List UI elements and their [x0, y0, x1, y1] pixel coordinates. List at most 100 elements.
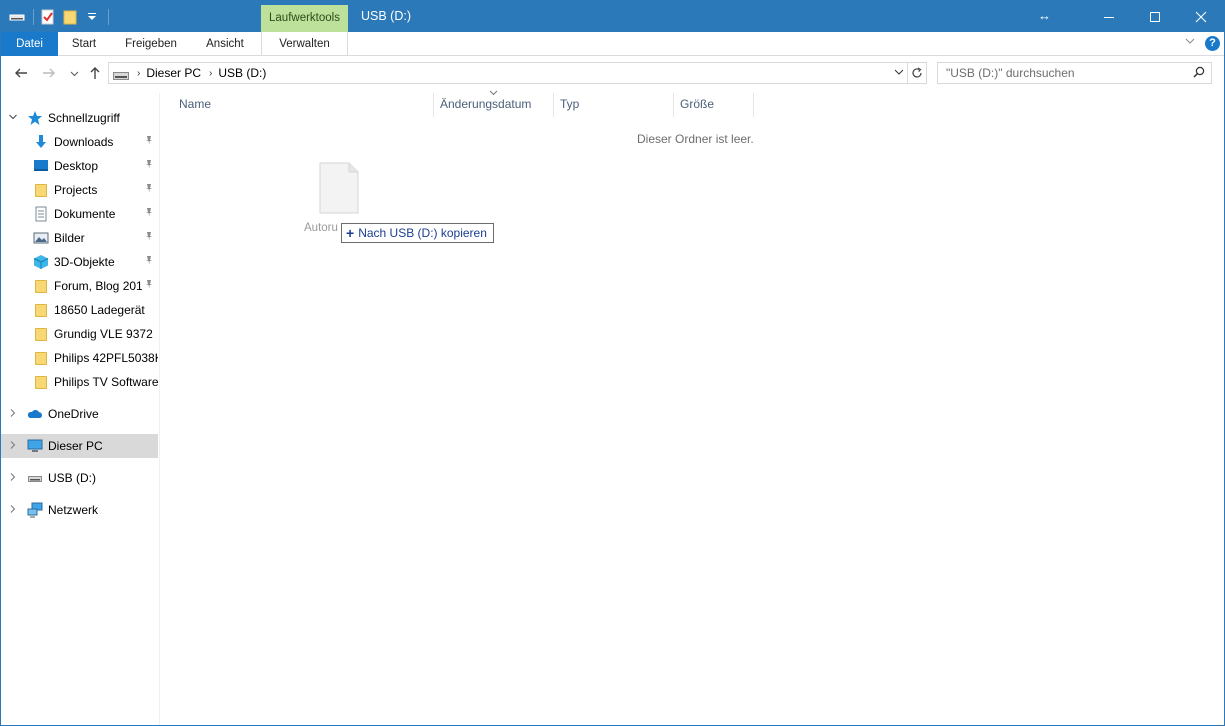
breadcrumb-usb-drive[interactable]: USB (D:)	[218, 66, 266, 80]
usb-drive-icon	[27, 470, 43, 486]
tab-manage[interactable]: Verwalten	[261, 32, 348, 56]
drive-icon	[113, 69, 129, 80]
download-icon	[33, 134, 49, 150]
sidebar-item-label: Schnellzugriff	[48, 111, 120, 125]
column-separator[interactable]	[673, 93, 674, 117]
recent-locations-button[interactable]	[64, 63, 84, 83]
tab-share[interactable]: Freigeben	[110, 32, 192, 56]
sidebar-item-network[interactable]: Netzwerk	[1, 498, 158, 522]
sidebar-item-documents[interactable]: Dokumente	[1, 202, 158, 226]
documents-icon	[33, 206, 49, 222]
search-icon[interactable]	[1193, 66, 1205, 78]
properties-icon[interactable]	[40, 9, 56, 25]
sidebar-item-label: Projects	[54, 183, 98, 197]
column-separator[interactable]	[433, 93, 434, 117]
address-dropdown-icon[interactable]	[893, 65, 905, 82]
column-separator[interactable]	[753, 93, 754, 117]
sidebar-item-onedrive[interactable]: OneDrive	[1, 402, 158, 426]
sidebar-item-projects[interactable]: Projects	[1, 178, 158, 202]
pin-icon[interactable]	[144, 183, 154, 196]
close-button[interactable]	[1178, 1, 1224, 32]
address-bar[interactable]: › Dieser PC › USB (D:)	[108, 62, 908, 84]
sidebar-item-18650-ladegeraet[interactable]: 18650 Ladegerät	[1, 298, 158, 322]
search-input[interactable]: "USB (D:)" durchsuchen	[937, 62, 1212, 84]
column-header-type[interactable]: Typ	[560, 93, 579, 115]
customize-toolbar-icon[interactable]	[84, 9, 100, 25]
toolbar-separator	[33, 9, 34, 25]
sidebar-item-label: Forum, Blog 201	[54, 279, 142, 293]
sidebar-item-label: Dieser PC	[48, 439, 103, 453]
pin-icon[interactable]	[144, 135, 154, 148]
pin-icon[interactable]	[144, 207, 154, 220]
sidebar-item-label: 3D-Objekte	[54, 255, 115, 269]
expand-ribbon-icon[interactable]	[1185, 36, 1195, 49]
forward-button[interactable]	[39, 63, 59, 83]
context-tab-drive-tools[interactable]: Laufwerktools	[261, 5, 348, 32]
title-bar[interactable]: Laufwerktools USB (D:) ↔	[1, 1, 1224, 32]
folder-icon	[33, 374, 49, 390]
sidebar-item-quick-access[interactable]: Schnellzugriff	[1, 106, 158, 130]
sidebar-item-philips-42pfl[interactable]: Philips 42PFL5038K	[1, 346, 158, 370]
collapsed-chevron-icon[interactable]	[7, 472, 19, 485]
ribbon-tabs: Datei Start Freigeben Ansicht Verwalten …	[1, 32, 1224, 56]
folder-icon	[33, 350, 49, 366]
pin-icon[interactable]	[144, 255, 154, 268]
tab-view[interactable]: Ansicht	[192, 32, 258, 56]
navigation-bar: › Dieser PC › USB (D:) "USB (D:)" durchs…	[1, 57, 1224, 91]
collapsed-chevron-icon[interactable]	[7, 408, 19, 421]
this-pc-icon	[27, 438, 43, 454]
pictures-icon	[33, 230, 49, 246]
sidebar-item-desktop[interactable]: Desktop	[1, 154, 158, 178]
pin-icon[interactable]	[144, 231, 154, 244]
help-icon[interactable]: ?	[1205, 36, 1220, 51]
up-button[interactable]	[85, 63, 105, 83]
expanded-chevron-icon[interactable]	[7, 112, 19, 125]
column-header-size[interactable]: Größe	[680, 93, 714, 115]
network-icon	[27, 502, 43, 518]
sidebar-item-label: Netzwerk	[48, 503, 99, 517]
folder-icon	[33, 302, 49, 318]
window-title: USB (D:)	[361, 9, 411, 23]
tab-start[interactable]: Start	[58, 32, 110, 56]
pin-icon[interactable]	[144, 279, 154, 292]
refresh-button[interactable]	[907, 62, 927, 84]
sidebar-item-grundig[interactable]: Grundig VLE 9372	[1, 322, 158, 346]
breadcrumb-separator-icon[interactable]: ›	[209, 68, 212, 79]
drag-copy-text: Nach USB (D:) kopieren	[358, 226, 487, 240]
pin-icon[interactable]	[144, 159, 154, 172]
folder-icon	[33, 326, 49, 342]
breadcrumb-separator-icon[interactable]: ›	[137, 68, 140, 79]
sidebar-item-this-pc[interactable]: Dieser PC	[1, 434, 158, 458]
new-folder-icon[interactable]	[62, 9, 78, 25]
quick-access-toolbar	[9, 7, 115, 27]
sidebar-item-pictures[interactable]: Bilder	[1, 226, 158, 250]
folder-icon	[33, 278, 49, 294]
sidebar-item-forum-blog[interactable]: Forum, Blog 201	[1, 274, 158, 298]
sidebar-item-label: OneDrive	[48, 407, 99, 421]
toolbar-separator	[108, 9, 109, 25]
folder-icon	[33, 182, 49, 198]
column-header-date-modified[interactable]: Änderungsdatum	[440, 93, 531, 115]
breadcrumb-this-pc[interactable]: Dieser PC	[146, 66, 201, 80]
collapsed-chevron-icon[interactable]	[7, 504, 19, 517]
back-button[interactable]	[11, 63, 31, 83]
sidebar-item-label: Bilder	[54, 231, 85, 245]
dragged-file-icon	[319, 162, 359, 214]
sidebar-item-usb-drive[interactable]: USB (D:)	[1, 466, 158, 490]
tab-file[interactable]: Datei	[1, 32, 58, 56]
explorer-window: Laufwerktools USB (D:) ↔ Datei Start Fre…	[0, 0, 1225, 726]
sidebar-item-label: Downloads	[54, 135, 114, 149]
resize-cursor-icon: ↔	[1038, 8, 1051, 23]
sidebar-item-philips-tv-software[interactable]: Philips TV Software	[1, 370, 158, 394]
sidebar-item-label: 18650 Ladegerät	[54, 303, 145, 317]
sidebar-item-label: Philips 42PFL5038K	[54, 351, 158, 365]
column-header-name[interactable]: Name	[179, 93, 211, 115]
column-separator[interactable]	[553, 93, 554, 117]
collapsed-chevron-icon[interactable]	[7, 440, 19, 453]
star-icon	[27, 110, 43, 126]
sidebar-item-label: Desktop	[54, 159, 99, 173]
maximize-button[interactable]	[1132, 1, 1178, 32]
sidebar-item-downloads[interactable]: Downloads	[1, 130, 158, 154]
minimize-button[interactable]	[1086, 1, 1132, 32]
sidebar-item-3d-objects[interactable]: 3D-Objekte	[1, 250, 158, 274]
